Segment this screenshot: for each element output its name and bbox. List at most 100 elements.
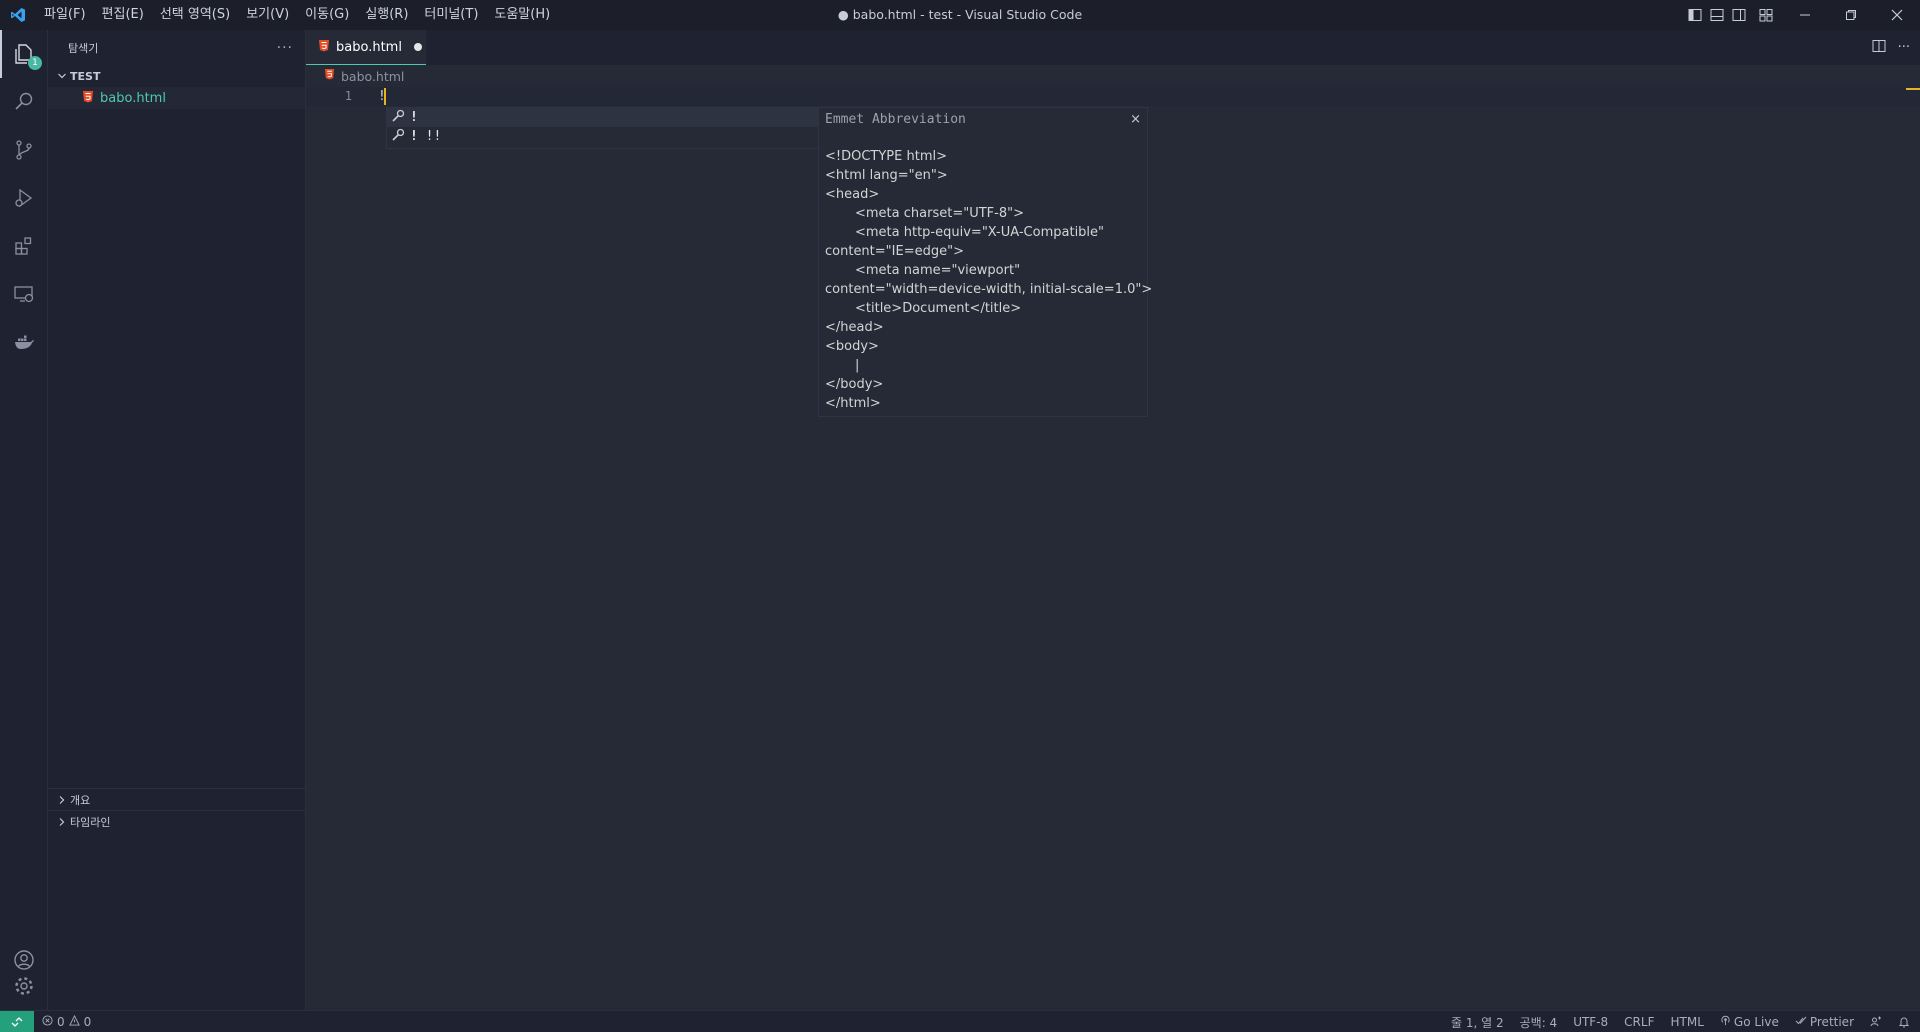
editor-more-icon[interactable]: ··· bbox=[1898, 40, 1910, 55]
current-line-highlight bbox=[306, 87, 1920, 106]
menu-view[interactable]: 보기(V) bbox=[238, 0, 297, 30]
language-mode[interactable]: HTML bbox=[1670, 1015, 1703, 1029]
outline-section[interactable]: 개요 bbox=[48, 788, 306, 810]
customize-layout-icon[interactable] bbox=[1750, 0, 1782, 30]
details-line: | bbox=[855, 358, 860, 373]
details-line: </body> bbox=[825, 377, 884, 392]
suggestion-label: ! !! bbox=[410, 129, 442, 144]
menu-help[interactable]: 도움말(H) bbox=[486, 0, 558, 30]
details-title: Emmet Abbreviation bbox=[825, 112, 966, 127]
timeline-label: 타임라인 bbox=[70, 815, 111, 829]
more-actions-icon[interactable]: ··· bbox=[277, 40, 293, 56]
text-cursor bbox=[384, 88, 386, 105]
suggest-details: Emmet Abbreviation × <!DOCTYPE html> <htm… bbox=[818, 107, 1153, 417]
menu-file[interactable]: 파일(F) bbox=[36, 0, 94, 30]
warning-icon bbox=[68, 1014, 80, 1029]
split-editor-icon[interactable] bbox=[1872, 39, 1886, 57]
toggle-panel-icon[interactable] bbox=[1706, 0, 1728, 30]
tab-label: babo.html bbox=[336, 39, 402, 55]
editor-tabs: babo.html ··· bbox=[306, 30, 1920, 65]
chevron-right-icon bbox=[54, 817, 70, 827]
details-line: <title>Document</title> bbox=[855, 301, 1022, 316]
go-live-label: Go Live bbox=[1733, 1015, 1779, 1029]
details-line: </head> bbox=[825, 320, 884, 335]
timeline-section[interactable]: 타임라인 bbox=[48, 810, 306, 832]
wrench-icon bbox=[391, 109, 405, 127]
chevron-right-icon bbox=[54, 795, 70, 805]
scrollbar-marker bbox=[1906, 88, 1920, 90]
breadcrumb[interactable]: babo.html bbox=[306, 65, 404, 87]
menu-terminal[interactable]: 터미널(T) bbox=[416, 0, 486, 30]
minimize-icon[interactable] bbox=[1782, 0, 1828, 30]
run-debug-icon[interactable] bbox=[0, 174, 48, 222]
restore-icon[interactable] bbox=[1828, 0, 1874, 30]
details-line: <meta name="viewport" bbox=[855, 263, 1021, 278]
notifications-bell-icon[interactable] bbox=[1898, 1016, 1910, 1028]
toggle-primary-sidebar-icon[interactable] bbox=[1684, 0, 1706, 30]
title-bar: 파일(F) 편집(E) 선택 영역(S) 보기(V) 이동(G) 실행(R) 터… bbox=[0, 0, 1920, 30]
menu-selection[interactable]: 선택 영역(S) bbox=[152, 0, 238, 30]
error-icon bbox=[42, 1014, 53, 1029]
docker-icon[interactable] bbox=[0, 318, 48, 366]
menu-go[interactable]: 이동(G) bbox=[297, 0, 357, 30]
source-control-icon[interactable] bbox=[0, 126, 48, 174]
status-right: 줄 1, 열 2 공백: 4 UTF-8 CRLF HTML Go Live P… bbox=[1451, 1011, 1910, 1032]
menu-run[interactable]: 실행(R) bbox=[357, 0, 416, 30]
close-window-icon[interactable] bbox=[1874, 0, 1920, 30]
remote-indicator-icon[interactable] bbox=[0, 1010, 34, 1032]
editor-actions: ··· bbox=[1872, 30, 1910, 65]
outline-label: 개요 bbox=[70, 793, 91, 807]
breadcrumb-file: babo.html bbox=[341, 68, 405, 84]
search-icon[interactable] bbox=[0, 78, 48, 126]
line-number: 1 bbox=[344, 89, 352, 103]
details-body: <!DOCTYPE html> <html lang="en"> <head> <me… bbox=[825, 147, 1153, 413]
remote-explorer-icon[interactable] bbox=[0, 270, 48, 318]
prettier-label: Prettier bbox=[1809, 1015, 1854, 1029]
menu-bar: 파일(F) 편집(E) 선택 영역(S) 보기(V) 이동(G) 실행(R) 터… bbox=[36, 0, 558, 30]
go-live-button[interactable]: Go Live bbox=[1720, 1015, 1779, 1029]
cursor-position[interactable]: 줄 1, 열 2 bbox=[1451, 1014, 1504, 1031]
activity-bar: 1 bbox=[0, 30, 48, 1010]
warning-count: 0 bbox=[83, 1014, 92, 1029]
details-line: content="width=device-width, initial-sca… bbox=[825, 282, 1153, 297]
feedback-icon[interactable] bbox=[1870, 1016, 1882, 1028]
double-check-icon bbox=[1795, 1015, 1807, 1029]
tab-babo-html[interactable]: babo.html bbox=[306, 30, 426, 65]
prettier-button[interactable]: Prettier bbox=[1795, 1015, 1854, 1029]
sidebar-header: 탐색기 ··· bbox=[48, 30, 305, 65]
file-label: babo.html bbox=[100, 90, 166, 106]
details-line: </html> bbox=[825, 396, 881, 411]
error-count: 0 bbox=[57, 1014, 65, 1029]
details-line: <html lang="en"> bbox=[825, 168, 948, 183]
suggestion-item[interactable]: ! !! bbox=[387, 127, 818, 146]
details-line: <body> bbox=[825, 339, 879, 354]
menu-edit[interactable]: 편집(E) bbox=[94, 0, 152, 30]
problems-indicator[interactable]: 0 0 bbox=[42, 1014, 92, 1029]
explorer-badge: 1 bbox=[28, 56, 42, 70]
chevron-down-icon bbox=[54, 71, 70, 81]
end-of-line[interactable]: CRLF bbox=[1624, 1015, 1654, 1029]
file-item-babo-html[interactable]: babo.html bbox=[48, 87, 305, 109]
suggestion-label: ! bbox=[410, 110, 418, 125]
extensions-icon[interactable] bbox=[0, 222, 48, 270]
folder-label: TEST bbox=[70, 69, 101, 83]
details-line: <meta http-equiv="X-UA-Compatible" bbox=[855, 225, 1105, 240]
status-bar: 0 0 줄 1, 열 2 공백: 4 UTF-8 CRLF HTML Go Li… bbox=[0, 1010, 1920, 1032]
wrench-icon bbox=[391, 128, 405, 146]
encoding[interactable]: UTF-8 bbox=[1573, 1015, 1608, 1029]
details-line: content="IE=edge"> bbox=[825, 244, 964, 259]
details-line: <head> bbox=[825, 187, 880, 202]
explorer-icon[interactable]: 1 bbox=[0, 30, 48, 78]
suggest-widget: ! ! !! bbox=[386, 107, 818, 149]
broadcast-icon bbox=[1720, 1015, 1731, 1029]
sidebar-title: 탐색기 bbox=[68, 41, 99, 55]
settings-gear-icon[interactable] bbox=[0, 962, 48, 1010]
explorer-sidebar: 탐색기 ··· TEST babo.html 개요 타임라인 bbox=[48, 30, 306, 1010]
indentation[interactable]: 공백: 4 bbox=[1520, 1014, 1558, 1031]
unsaved-dot-icon[interactable] bbox=[413, 43, 422, 51]
suggestion-item[interactable]: ! bbox=[387, 108, 818, 127]
folder-test[interactable]: TEST bbox=[48, 65, 305, 87]
close-icon[interactable]: × bbox=[1130, 112, 1141, 127]
toggle-secondary-sidebar-icon[interactable] bbox=[1728, 0, 1750, 30]
html-file-icon bbox=[318, 39, 330, 56]
